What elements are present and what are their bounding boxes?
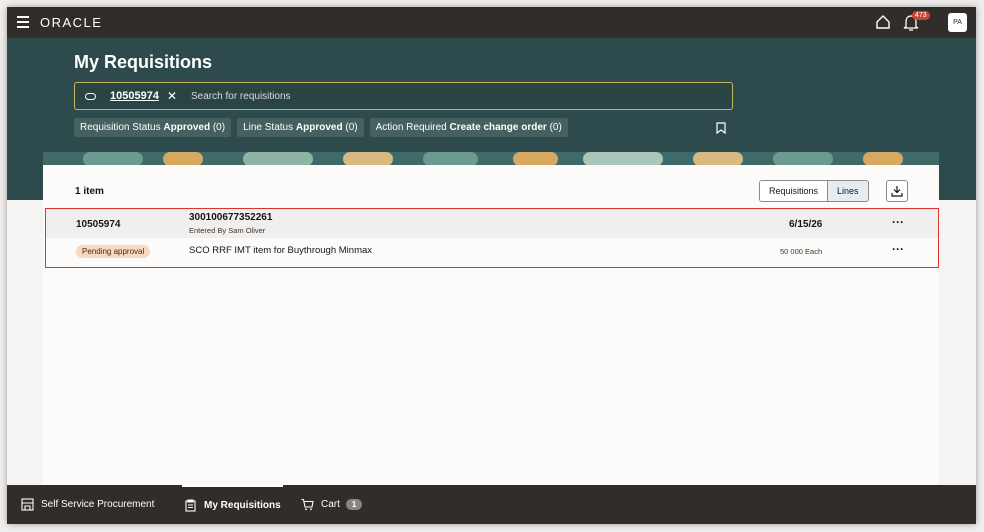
more-actions-icon[interactable]: ··· (892, 215, 904, 229)
entered-by: Entered By Sam Oliver (189, 226, 266, 235)
decorative-banner (43, 152, 939, 166)
filter-value: Create change order (449, 122, 547, 133)
status-badge: Pending approval (76, 245, 151, 258)
filter-label: Line Status (243, 122, 294, 133)
download-icon (891, 186, 903, 197)
filter-count: (0) (212, 122, 226, 133)
results-card: 1 item Requisitions Lines 10505974 30010… (43, 165, 939, 495)
item-count: 1 item (75, 186, 104, 197)
menu-icon[interactable] (17, 16, 29, 28)
page-title: My Requisitions (74, 52, 213, 72)
requisition-number[interactable]: 10505974 (76, 219, 121, 230)
filter-requisition-status[interactable]: Requisition Status Approved (0) (74, 118, 232, 137)
bottom-navigation: Self Service Procurement My Requisitions… (7, 485, 976, 524)
nav-cart[interactable]: Cart 1 (301, 485, 363, 524)
close-icon[interactable]: ✕ (167, 89, 177, 103)
line-description[interactable]: SCO RRF IMT item for Buythrough Minmax (189, 245, 372, 256)
notification-badge: 473 (912, 11, 930, 20)
filter-count: (0) (549, 122, 562, 133)
filter-label: Requisition Status (80, 122, 161, 133)
nav-label: My Requisitions (204, 500, 281, 511)
filter-count: (0) (345, 122, 358, 133)
home-icon[interactable] (875, 14, 891, 30)
requisition-id[interactable]: 300100677352261 (189, 212, 272, 223)
filter-value: Approved (163, 122, 211, 133)
store-icon (21, 498, 34, 511)
avatar[interactable]: PA (948, 13, 967, 32)
filter-line-status[interactable]: Line Status Approved (0) (237, 118, 364, 137)
cart-icon (301, 498, 314, 511)
search-input[interactable]: Search for requisitions (191, 91, 291, 102)
filter-chips: Requisition Status Approved (0) Line Sta… (74, 118, 568, 137)
table-row[interactable]: 10505974 300100677352261 Entered By Sam … (45, 208, 939, 268)
oval-icon (85, 92, 96, 100)
search-field[interactable]: 10505974 ✕ Search for requisitions (74, 82, 733, 110)
toggle-lines[interactable]: Lines (827, 181, 868, 201)
nav-self-service-procurement[interactable]: Self Service Procurement (21, 485, 154, 524)
cart-count-badge: 1 (345, 499, 363, 510)
view-toggle: Requisitions Lines (759, 180, 869, 202)
filter-value: Approved (295, 122, 343, 133)
nav-label: Self Service Procurement (41, 499, 155, 510)
clipboard-icon (185, 499, 196, 512)
nav-my-requisitions[interactable]: My Requisitions (182, 485, 283, 524)
bookmark-icon[interactable] (716, 122, 726, 134)
requisition-date: 6/15/26 (789, 219, 823, 230)
nav-label: Cart (321, 499, 340, 510)
app-window: ORACLE 473 PA My Requisitions 10505974 ✕… (7, 7, 976, 524)
filter-label: Action Required (375, 122, 447, 133)
toggle-requisitions[interactable]: Requisitions (760, 181, 828, 201)
download-button[interactable] (886, 180, 908, 202)
line-quantity: 50 000 Each (780, 247, 823, 256)
more-actions-icon[interactable]: ··· (892, 242, 904, 256)
filter-action-required[interactable]: Action Required Create change order (0) (369, 118, 568, 137)
search-chip[interactable]: 10505974 (110, 90, 159, 102)
brand-logo: ORACLE (40, 15, 103, 30)
global-header: ORACLE 473 PA (7, 7, 976, 38)
